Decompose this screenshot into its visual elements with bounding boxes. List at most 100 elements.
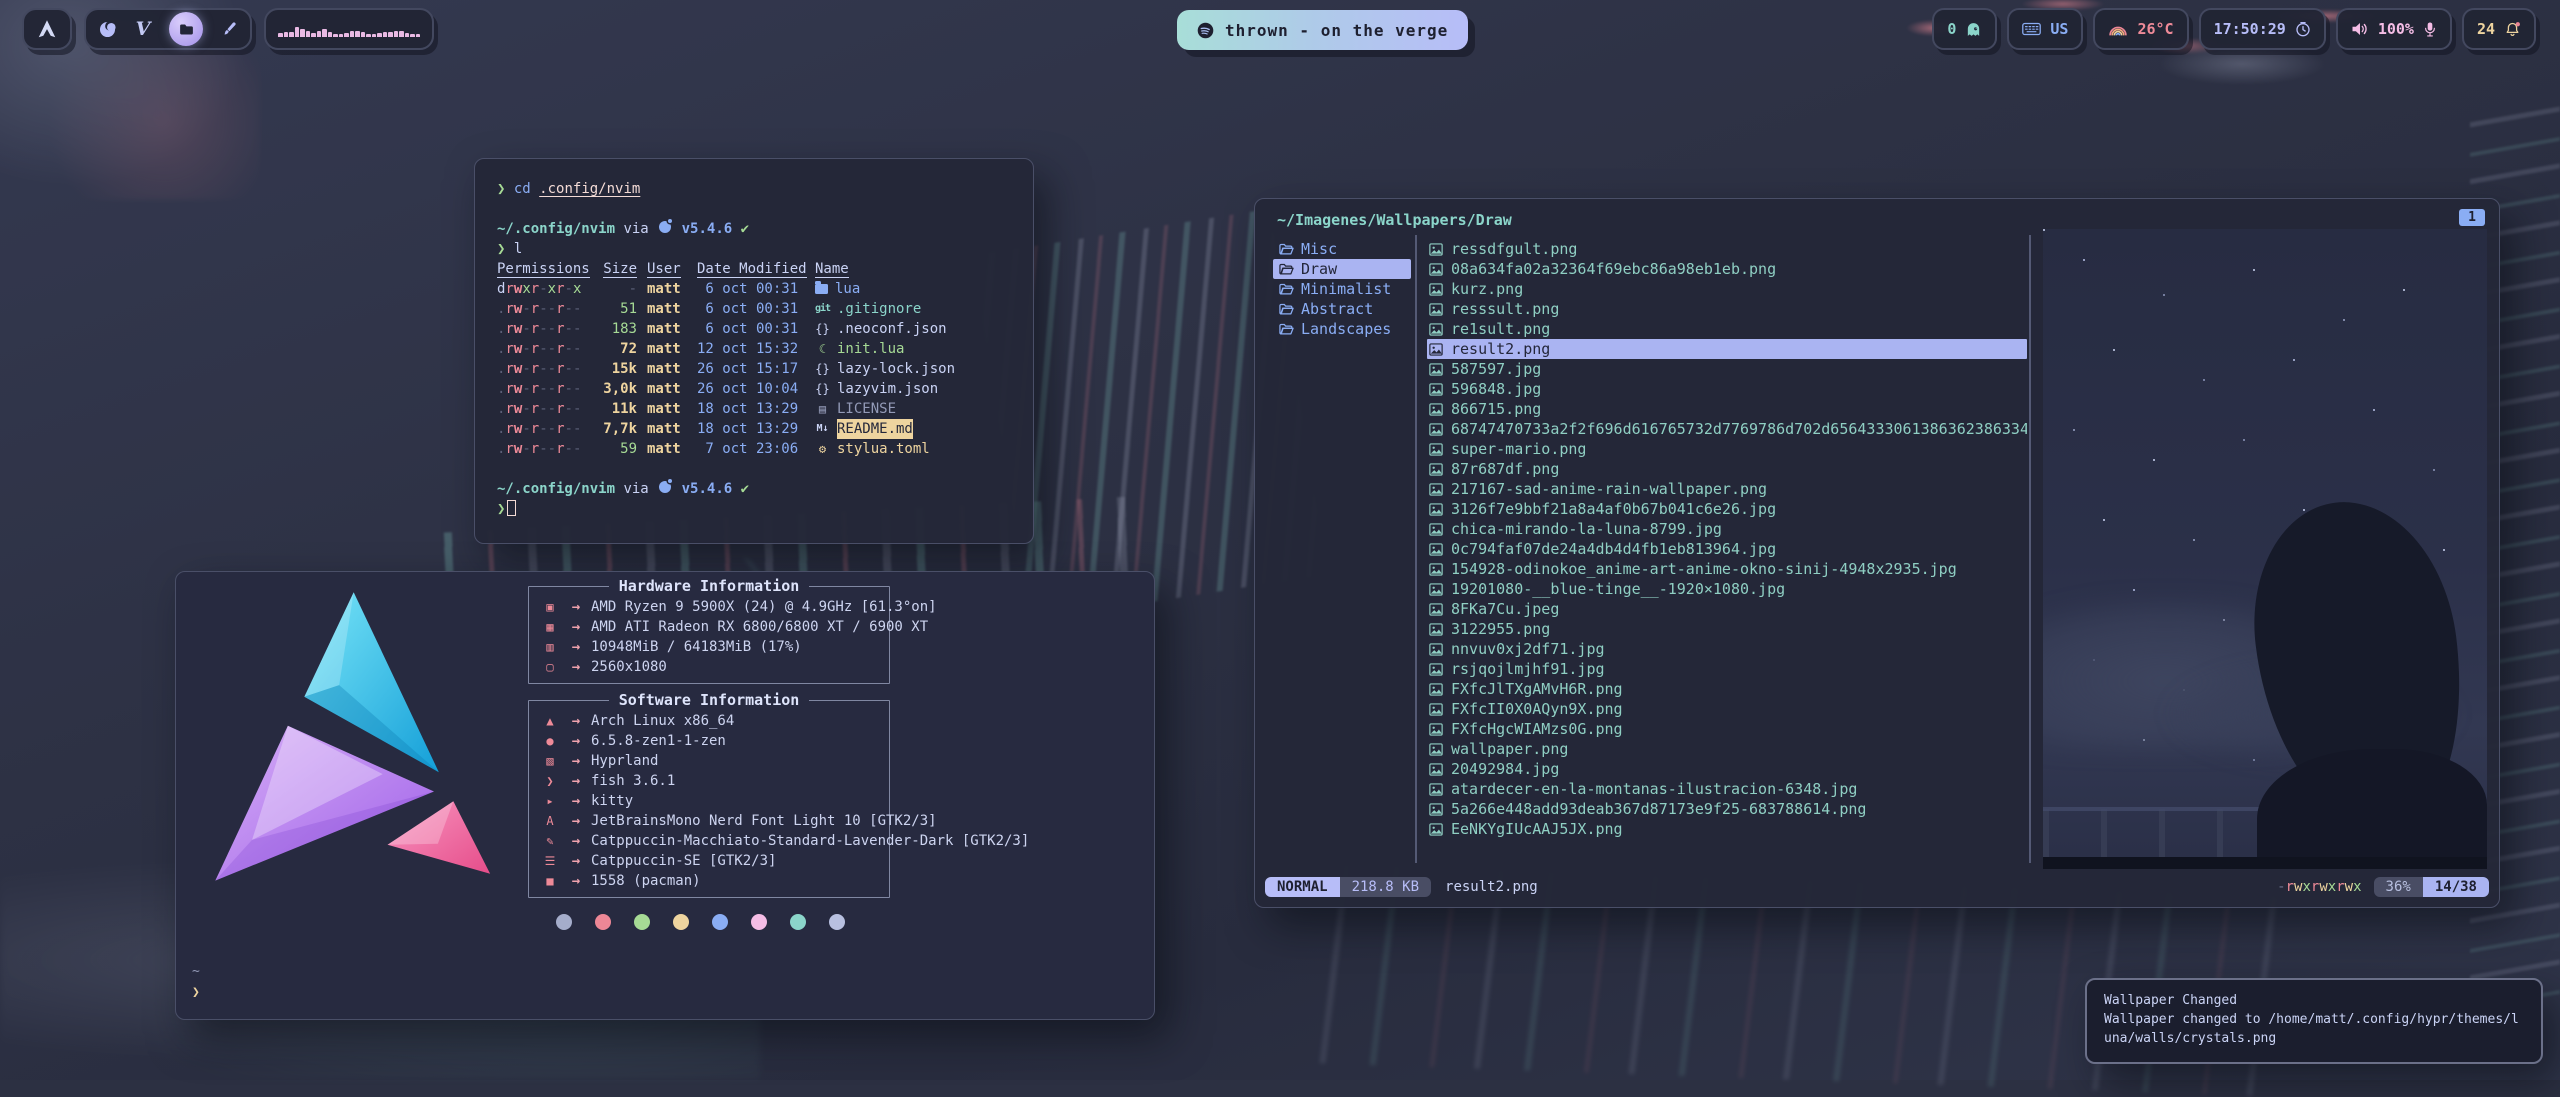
sidebar-folder-landscapes[interactable]: Landscapes: [1273, 319, 1411, 339]
visualizer-bar: [289, 32, 294, 37]
image-file-icon: [1429, 323, 1443, 336]
file-row[interactable]: 596848.jpg: [1427, 379, 2027, 399]
file-manager-window[interactable]: ~/Imagenes/Wallpapers/Draw 1 MiscDrawMin…: [1254, 198, 2500, 908]
visualizer-bar: [344, 33, 349, 37]
arch-crystal-logo: [194, 578, 494, 888]
image-file-icon: [1429, 783, 1443, 796]
terminal-window[interactable]: ❯ cd .config/nvim ~/.config/nvim via v5.…: [474, 158, 1034, 544]
image-file-icon: [1429, 803, 1443, 816]
file-row[interactable]: FXfcHgcWIAMzs0G.png: [1427, 719, 2027, 739]
file-row[interactable]: chica-mirando-la-luna-8799.jpg: [1427, 519, 2027, 539]
image-file-icon: [1429, 423, 1443, 436]
tab-badge[interactable]: 1: [2459, 209, 2485, 226]
microphone-icon: [2423, 21, 2437, 38]
visualizer-bar: [383, 32, 388, 37]
file-row[interactable]: 217167-sad-anime-rain-wallpaper.png: [1427, 479, 2027, 499]
visualizer-bar: [311, 33, 316, 37]
file-row[interactable]: 0c794faf07de24a4db4d4fb1eb813964.jpg: [1427, 539, 2027, 559]
sidebar-folder-abstract[interactable]: Abstract: [1273, 299, 1411, 319]
file-row[interactable]: super-mario.png: [1427, 439, 2027, 459]
folder-icon: [178, 21, 195, 38]
icons-icon: ☰: [539, 854, 561, 868]
file-row[interactable]: nnvuv0xj2df71.jpg: [1427, 639, 2027, 659]
volume-label: 100%: [2378, 20, 2414, 38]
listing-row: .rw-r--r--7,7kmatt18 oct 13:29M↓README.m…: [497, 419, 1011, 439]
arrow-icon: →: [561, 713, 591, 729]
updates-widget[interactable]: 0: [1932, 8, 1997, 50]
volume-widget[interactable]: 100%: [2336, 8, 2452, 50]
file-row[interactable]: resssult.png: [1427, 299, 2027, 319]
file-row[interactable]: 154928-odinokoe_anime-art-anime-okno-sin…: [1427, 559, 2027, 579]
file-row[interactable]: EeNKYgIUcAAJ5JX.png: [1427, 819, 2027, 839]
terminal-prompt-line[interactable]: ❯: [497, 499, 1011, 519]
fetch-shell-prompt[interactable]: ~ ❯: [192, 961, 200, 1003]
notification-body: Wallpaper changed to /home/matt/.config/…: [2104, 1010, 2524, 1048]
fetch-info-row: ▥→10948MiB / 64183MiB (17%): [539, 637, 889, 657]
image-file-icon: [1429, 283, 1443, 296]
keyboard-layout-widget[interactable]: US: [2007, 8, 2083, 50]
file-row[interactable]: FXfcII0X0AQyn9X.png: [1427, 699, 2027, 719]
image-file-icon: [1429, 363, 1443, 376]
notification-popup[interactable]: Wallpaper Changed Wallpaper changed to /…: [2085, 978, 2543, 1064]
file-row[interactable]: 08a634fa02a32364f69ebc86a98eb1eb.png: [1427, 259, 2027, 279]
file-row[interactable]: 8FKa7Cu.jpeg: [1427, 599, 2027, 619]
clock-widget[interactable]: 17:50:29: [2199, 8, 2326, 50]
file-row[interactable]: 20492984.jpg: [1427, 759, 2027, 779]
workspace-vim[interactable]: V: [133, 19, 153, 39]
file-row[interactable]: 3122955.png: [1427, 619, 2027, 639]
app-launcher-button[interactable]: [22, 8, 72, 50]
image-file-icon: [1429, 443, 1443, 456]
file-row[interactable]: result2.png: [1427, 339, 2027, 359]
visualizer-bar: [322, 29, 327, 37]
file-row[interactable]: ressdfgult.png: [1427, 239, 2027, 259]
sidebar-folder-minimalist[interactable]: Minimalist: [1273, 279, 1411, 299]
workspace-paint[interactable]: [219, 19, 239, 39]
listing-row: .rw-r--r--51matt 6 oct 00:31git.gitignor…: [497, 299, 1011, 319]
visualizer-bar: [410, 34, 415, 37]
shell-icon: ❯: [539, 774, 561, 788]
workspace-files-active[interactable]: [169, 12, 203, 46]
file-row[interactable]: wallpaper.png: [1427, 739, 2027, 759]
listing-row: .rw-r--r--59matt 7 oct 23:06⚙stylua.toml: [497, 439, 1011, 459]
palette-dot: [673, 914, 689, 930]
arrow-icon: →: [561, 773, 591, 789]
sidebar-folder-misc[interactable]: Misc: [1273, 239, 1411, 259]
file-row[interactable]: 68747470733a2f2f696d616765732d7769786d70…: [1427, 419, 2027, 439]
image-file-icon: [1429, 343, 1443, 356]
visualizer-bar: [278, 33, 283, 37]
file-row[interactable]: 5a266e448add93deab367d87173e9f25-6837886…: [1427, 799, 2027, 819]
statusbar: NORMAL 218.8 KB result2.png -rwxrwxrwx 3…: [1265, 875, 2489, 899]
file-row[interactable]: 3126f7e9bbf21a8a4af0b67b041c6e26.jpg: [1427, 499, 2027, 519]
file-row[interactable]: FXfcJlTXgAMvH6R.png: [1427, 679, 2027, 699]
weather-widget[interactable]: 26°C: [2093, 8, 2188, 50]
file-row[interactable]: atardecer-en-la-montanas-ilustracion-634…: [1427, 779, 2027, 799]
image-file-icon: [1429, 543, 1443, 556]
sidebar-folder-draw[interactable]: Draw: [1273, 259, 1411, 279]
rainbow-icon: [2108, 23, 2128, 36]
notifications-widget[interactable]: 24: [2462, 8, 2536, 50]
fetch-window[interactable]: Hardware Information ▣→AMD Ryzen 9 5900X…: [175, 571, 1155, 1020]
listing-row: .rw-r--r--11kmatt18 oct 13:29▤LICENSE: [497, 399, 1011, 419]
media-now-playing[interactable]: thrown - on the verge: [1177, 10, 1468, 50]
file-row[interactable]: rsjqojlmjhf91.jpg: [1427, 659, 2027, 679]
cpu-icon: ▣: [539, 600, 561, 614]
fetch-info-row: ❯→fish 3.6.1: [539, 771, 889, 791]
clock-time-label: 17:50:29: [2214, 20, 2286, 38]
file-list: ressdfgult.png08a634fa02a32364f69ebc86a9…: [1427, 239, 2027, 839]
bell-icon: [2504, 21, 2521, 38]
software-info-title: Software Information: [529, 691, 889, 709]
file-row[interactable]: 587597.jpg: [1427, 359, 2027, 379]
file-row[interactable]: re1sult.png: [1427, 319, 2027, 339]
lua-icon: [659, 481, 671, 493]
scroll-percent-badge: 36%: [2374, 877, 2423, 897]
file-row[interactable]: 87r687df.png: [1427, 459, 2027, 479]
file-row[interactable]: 19201080-__blue-tinge__-1920×1080.jpg: [1427, 579, 2027, 599]
terminal-icon: ▸: [539, 794, 561, 808]
file-size-badge: 218.8 KB: [1340, 877, 1431, 897]
file-row[interactable]: kurz.png: [1427, 279, 2027, 299]
visualizer-bar: [394, 31, 399, 37]
fetch-info-row: ■→1558 (pacman): [539, 871, 889, 891]
vim-icon: V: [136, 20, 151, 39]
file-row[interactable]: 866715.png: [1427, 399, 2027, 419]
workspace-firefox[interactable]: [97, 19, 117, 39]
